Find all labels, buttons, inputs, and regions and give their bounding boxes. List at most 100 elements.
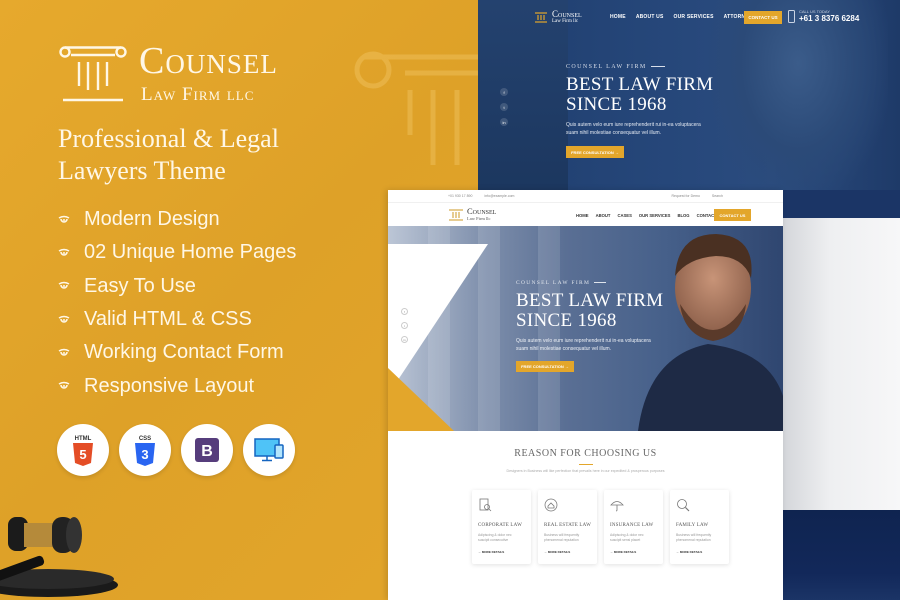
back-nav-home[interactable]: HOME — [610, 14, 626, 20]
practice-card[interactable]: CORPORATE LAW Adipiscing & dolor nec susc… — [472, 490, 531, 564]
more-details-link[interactable]: → MORE DETAILS — [478, 550, 525, 554]
practice-card[interactable]: INSURANCE LAW Adipiscing & dolor nec susc… — [604, 490, 663, 564]
brand-sub: Law Firm llc — [141, 84, 255, 105]
heading-divider — [578, 464, 593, 465]
svg-text:3: 3 — [141, 447, 148, 462]
more-details-link[interactable]: → MORE DETAILS — [544, 550, 591, 554]
swirl-bullet-icon — [58, 281, 70, 289]
card-desc-line: suscipit consecutive — [478, 538, 509, 542]
responsive-devices-icon — [254, 438, 284, 462]
card-title: INSURANCE LAW — [610, 523, 654, 528]
back-hero-content: COUNSEL LAW FIRM BEST LAW FIRM SINCE 196… — [566, 64, 713, 158]
linkedin-icon[interactable]: in — [401, 336, 408, 343]
css3-badge: CSS 3 — [119, 424, 171, 476]
pillar-logo-icon — [449, 208, 463, 221]
pillar-watermark-icon — [354, 51, 485, 165]
facebook-icon[interactable]: f — [500, 88, 508, 96]
swirl-bullet-icon — [58, 315, 70, 323]
front-free-consultation-button[interactable]: FREE CONSULTATION → — [516, 361, 574, 372]
front-nav-cases[interactable]: CASES — [617, 213, 631, 218]
twitter-icon[interactable]: t — [500, 103, 508, 111]
front-hero-title: BEST LAW FIRM SINCE 1968 — [516, 291, 666, 331]
practice-card[interactable]: REAL ESTATE LAW Business will frequently… — [538, 490, 597, 564]
front-brand-name: Counsel — [467, 206, 497, 216]
front-nav-services[interactable]: OUR SERVICES — [639, 213, 671, 218]
back-hero-title: BEST LAW FIRM SINCE 1968 — [566, 75, 713, 115]
feature-item: Working Contact Form — [58, 336, 296, 369]
html5-badge: HTML 5 — [57, 424, 109, 476]
svg-text:B: B — [201, 443, 213, 460]
card-title: FAMILY LAW — [676, 523, 709, 528]
front-brand-sub: Law Firm llc — [467, 216, 491, 221]
back-contact-button[interactable]: CONTACT US — [744, 11, 782, 24]
more-details-link[interactable]: → MORE DETAILS — [610, 550, 657, 554]
front-hero-content: COUNSEL LAW FIRM BEST LAW FIRM SINCE 196… — [516, 280, 666, 372]
back-hero-desc-line-2: suam nihil molestiae consequatur vel ill… — [566, 130, 662, 136]
feature-label: Responsive Layout — [84, 374, 255, 397]
topbar-search[interactable]: Search — [712, 194, 723, 198]
feature-item: Responsive Layout — [58, 369, 296, 402]
brand-name: Counsel — [139, 40, 278, 82]
front-topbar: +01 930 17 890 info@example.com Request … — [388, 190, 783, 202]
practice-area-cards: CORPORATE LAW Adipiscing & dolor nec susc… — [472, 490, 729, 564]
homepage-preview-light: +01 930 17 890 info@example.com Request … — [388, 190, 783, 600]
phone-number[interactable]: +61 3 8376 6284 — [799, 14, 859, 23]
card-desc-line: suscipit sensi placet — [610, 538, 641, 542]
topbar-request-demo[interactable]: Request for Demo — [672, 194, 700, 198]
back-hero-title-line-2: SINCE 1968 — [566, 94, 667, 115]
twitter-icon[interactable]: t — [401, 322, 408, 329]
feature-label: Modern Design — [84, 208, 220, 231]
pillar-logo-icon — [59, 46, 127, 102]
card-desc-line: phenomenal reputation — [544, 538, 579, 542]
swirl-bullet-icon — [58, 348, 70, 356]
mobile-phone-icon — [788, 9, 795, 23]
back-hero-title-line-1: BEST LAW FIRM — [566, 74, 714, 95]
swirl-bullet-icon — [58, 381, 70, 389]
front-contact-button[interactable]: CONTACT US — [714, 209, 751, 221]
feature-label: Valid HTML & CSS — [84, 308, 252, 331]
background-strip — [783, 218, 900, 510]
reason-section: REASON FOR CHOOSING US Designers in Busi… — [388, 448, 783, 473]
family-search-icon — [677, 499, 690, 512]
svg-text:5: 5 — [79, 447, 86, 462]
more-details-link[interactable]: → MORE DETAILS — [676, 550, 723, 554]
card-description: Business will frequently phenomenal reput… — [544, 533, 591, 543]
back-nav-services[interactable]: OUR SERVICES — [674, 14, 714, 20]
document-search-icon — [479, 498, 492, 512]
card-title: REAL ESTATE LAW — [544, 523, 592, 528]
front-nav-blog[interactable]: BLOG — [677, 213, 689, 218]
svg-text:CSS: CSS — [139, 436, 151, 442]
swirl-bullet-icon — [58, 248, 70, 256]
front-nav-home[interactable]: HOME — [576, 213, 589, 218]
tagline: Professional & Legal Lawyers Theme — [58, 123, 279, 187]
card-description: Adipiscing & dolor nec suscipit sensi pla… — [610, 533, 657, 543]
linkedin-icon[interactable]: in — [500, 118, 508, 126]
front-nav-menu: HOME ABOUT CASES OUR SERVICES BLOG CONTA… — [576, 213, 724, 218]
card-description: Adipiscing & dolor nec suscipit consecuti… — [478, 533, 525, 543]
front-nav-about[interactable]: ABOUT — [596, 213, 611, 218]
decorative-gold-triangle — [388, 368, 454, 431]
feature-label: Working Contact Form — [84, 341, 284, 364]
front-navbar: Counsel Law Firm llc HOME ABOUT CASES OU… — [388, 202, 783, 226]
card-title: CORPORATE LAW — [478, 523, 523, 528]
front-hero-eyebrow: COUNSEL LAW FIRM — [516, 280, 666, 286]
responsive-badge — [243, 424, 295, 476]
back-hero-description: Quis autem velo eum iure reprehenderit r… — [566, 121, 706, 137]
tagline-line-1: Professional & Legal — [58, 124, 279, 153]
swirl-bullet-icon — [58, 215, 70, 223]
back-free-consultation-button[interactable]: FREE CONSULTATION → — [566, 146, 624, 158]
back-social-links: f t in — [500, 88, 508, 126]
back-nav-about[interactable]: ABOUT US — [636, 14, 664, 20]
practice-card[interactable]: FAMILY LAW Business will frequently pheno… — [670, 490, 729, 564]
tagline-line-2: Lawyers Theme — [58, 156, 226, 185]
feature-item: Modern Design — [58, 203, 296, 236]
reason-heading: REASON FOR CHOOSING US — [514, 448, 657, 459]
html5-icon: HTML 5 — [73, 436, 93, 466]
card-description: Business will frequently phenomenal reput… — [676, 533, 723, 543]
brand: Counsel Law Firm llc — [57, 42, 278, 106]
topbar-phone[interactable]: +01 930 17 890 — [448, 194, 472, 198]
feature-label: 02 Unique Home Pages — [84, 241, 297, 264]
topbar-email[interactable]: info@example.com — [484, 194, 514, 198]
feature-label: Easy To Use — [84, 274, 196, 297]
facebook-icon[interactable]: f — [401, 308, 408, 315]
